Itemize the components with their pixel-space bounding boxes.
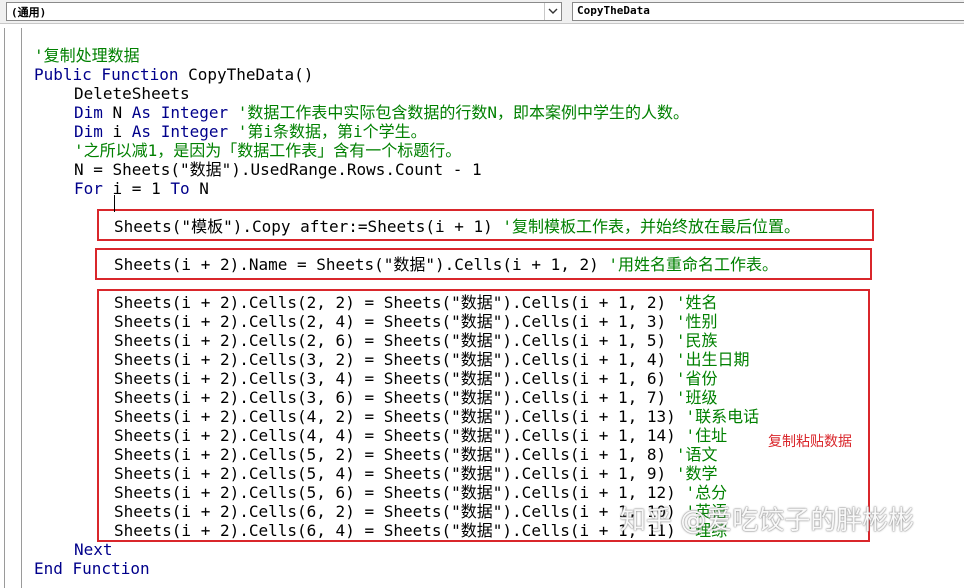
- object-dropdown-button[interactable]: [544, 3, 561, 20]
- code-comment: '之所以减1，是因为「数据工作表」含有一个标题行。: [74, 141, 462, 160]
- code-line[interactable]: For i = 1 To N: [74, 179, 209, 198]
- code-text: i = 1: [112, 179, 171, 198]
- code-line[interactable]: '之所以减1，是因为「数据工作表」含有一个标题行。: [74, 141, 461, 160]
- code-keyword: Public Function: [34, 65, 189, 84]
- code-line[interactable]: DeleteSheets: [74, 84, 190, 103]
- code-line[interactable]: N = Sheets("数据").UsedRange.Rows.Count - …: [74, 160, 482, 179]
- procedure-dropdown-value: CopyTheData: [577, 4, 650, 17]
- code-text: N: [112, 103, 132, 122]
- object-dropdown-value: (通用): [11, 6, 47, 19]
- procedure-dropdown[interactable]: CopyTheData: [572, 2, 964, 21]
- code-keyword: To: [170, 179, 200, 198]
- chevron-down-icon: [548, 8, 558, 14]
- code-line[interactable]: End Function: [34, 559, 150, 578]
- code-comment: '复制处理数据: [34, 46, 140, 65]
- code-text: DeleteSheets: [74, 84, 190, 103]
- code-text: N: [199, 179, 209, 198]
- code-keyword: For: [74, 179, 113, 198]
- highlight-box-copy-template: [97, 209, 874, 241]
- code-keyword: Dim: [74, 122, 113, 141]
- code-line[interactable]: Next: [74, 540, 113, 559]
- code-comment: '第i条数据，第i个学生。: [237, 122, 427, 141]
- code-keyword: As Integer: [131, 122, 238, 141]
- object-dropdown[interactable]: (通用): [6, 2, 562, 21]
- code-text: CopyTheData(): [188, 65, 314, 84]
- code-line[interactable]: '复制处理数据: [34, 46, 140, 65]
- highlight-box-rename-sheet: [95, 248, 872, 280]
- code-line[interactable]: Dim i As Integer '第i条数据，第i个学生。: [74, 122, 427, 141]
- watermark: 知乎 @爱吃饺子的胖彬彬: [620, 506, 915, 536]
- code-keyword: End Function: [34, 559, 150, 578]
- code-comment: '数据工作表中实际包含数据的行数N，即本案例中学生的人数。: [237, 103, 690, 122]
- code-line[interactable]: Dim N As Integer '数据工作表中实际包含数据的行数N，即本案例中…: [74, 103, 689, 122]
- code-text: i: [112, 122, 132, 141]
- annotation-label: 复制粘贴数据: [768, 434, 852, 450]
- code-window-toolbar: (通用) CopyTheData: [0, 0, 964, 24]
- code-keyword: As Integer: [131, 103, 238, 122]
- code-line[interactable]: Public Function CopyTheData(): [34, 65, 313, 84]
- code-keyword: Next: [74, 540, 113, 559]
- code-keyword: Dim: [74, 103, 113, 122]
- code-text: N = Sheets("数据").UsedRange.Rows.Count - …: [74, 160, 482, 179]
- text-cursor: [114, 195, 115, 212]
- margin-indicator-bar[interactable]: [4, 28, 22, 588]
